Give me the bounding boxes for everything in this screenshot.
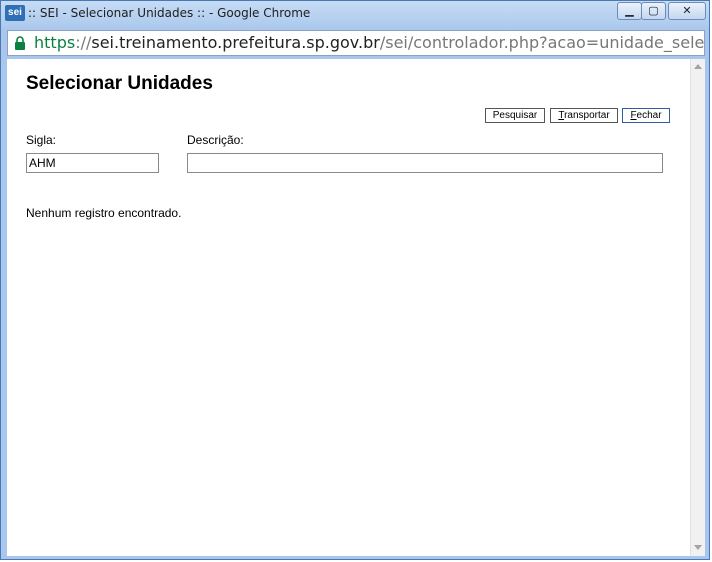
url-host: sei.treinamento.prefeitura.sp.gov.br [91, 33, 380, 52]
browser-window: sei :: SEI - Selecionar Unidades :: - Go… [0, 0, 710, 560]
scroll-down-arrow-icon[interactable] [694, 545, 702, 550]
sigla-input[interactable] [26, 153, 159, 173]
scroll-up-arrow-icon[interactable] [694, 64, 702, 69]
close-button[interactable]: ✕ [668, 2, 706, 20]
page-title: Selecionar Unidades [26, 73, 213, 94]
url-path: /sei/controlador.php?acao=unidade_seleci… [379, 33, 705, 52]
maximize-button[interactable]: ▢ [641, 2, 666, 20]
fechar-button[interactable]: Fechar [622, 108, 670, 123]
sigla-label: Sigla: [26, 133, 57, 147]
fechar-label: echar [636, 110, 662, 121]
transportar-label: ransportar [564, 110, 610, 121]
title-bar: sei :: SEI - Selecionar Unidades :: - Go… [1, 1, 709, 27]
descricao-label: Descrição: [187, 133, 244, 147]
url-separator: :// [75, 33, 92, 52]
lock-icon [14, 36, 26, 50]
vertical-scrollbar[interactable] [690, 59, 705, 556]
minimize-button[interactable]: ▁ [617, 2, 642, 20]
window-title: :: SEI - Selecionar Unidades :: - Google… [28, 6, 311, 20]
address-bar[interactable]: https://sei.treinamento.prefeitura.sp.go… [7, 30, 705, 56]
url-text: https://sei.treinamento.prefeitura.sp.go… [34, 33, 705, 53]
pesquisar-button[interactable]: Pesquisar [485, 108, 545, 123]
descricao-input[interactable] [187, 153, 663, 173]
page-content: Selecionar Unidades Pesquisar Transporta… [7, 59, 705, 556]
pesquisar-label: Pesquisar [492, 110, 538, 121]
sei-logo: sei [5, 5, 25, 21]
url-scheme: https [34, 33, 76, 52]
transportar-button[interactable]: Transportar [550, 108, 618, 123]
empty-results-message: Nenhum registro encontrado. [26, 206, 182, 220]
